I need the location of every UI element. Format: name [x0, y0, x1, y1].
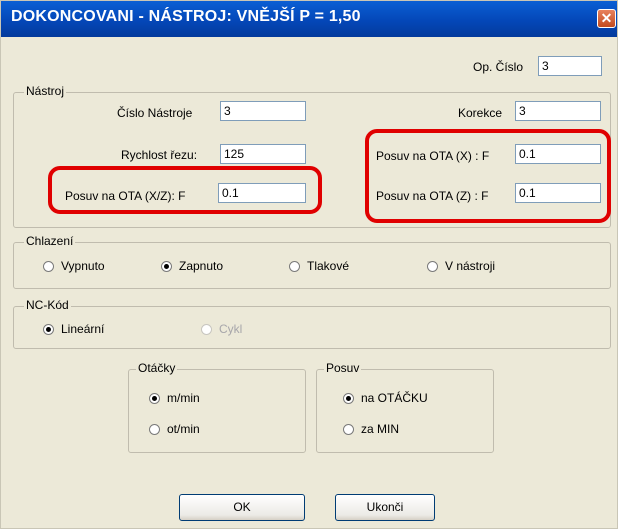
radio-circle-icon	[201, 323, 212, 335]
radio-label: Lineární	[61, 322, 105, 336]
chlazeni-zapnuto-radio[interactable]: Zapnuto	[161, 259, 223, 273]
radio-circle-icon	[427, 260, 438, 272]
radio-label: ot/min	[167, 422, 200, 436]
radio-circle-icon	[343, 423, 354, 435]
korekce-input[interactable]	[515, 101, 601, 121]
op-cislo-label: Op. Číslo	[473, 60, 524, 74]
chlazeni-legend: Chlazení	[24, 234, 76, 248]
posuv-za-min-radio[interactable]: za MIN	[343, 422, 399, 436]
radio-selected-icon	[343, 392, 354, 404]
korekce-label: Korekce	[458, 106, 503, 120]
close-button[interactable]: ✕	[597, 9, 616, 28]
posuv-na-otacku-radio[interactable]: na OTÁČKU	[343, 391, 428, 405]
highlight-posuv-x-z	[365, 129, 611, 223]
radio-label: m/min	[167, 391, 200, 405]
radio-circle-icon	[149, 423, 160, 435]
cislo-nastroje-label: Číslo Nástroje	[117, 106, 193, 120]
op-cislo-input[interactable]	[538, 56, 602, 76]
dialog-window: DOKONCOVANI - NÁSTROJ: VNĚJŠÍ P = 1,50 ✕…	[0, 0, 618, 529]
nc-kod-cykl-radio: Cykl	[201, 322, 242, 336]
radio-circle-icon	[289, 260, 300, 272]
radio-label: Vypnuto	[61, 259, 105, 273]
radio-selected-icon	[43, 323, 54, 335]
otacky-ot-min-radio[interactable]: ot/min	[149, 422, 200, 436]
posuv-group	[316, 369, 494, 453]
radio-label: za MIN	[361, 422, 400, 436]
rychlost-rezu-label: Rychlost řezu:	[121, 148, 198, 162]
rychlost-rezu-input[interactable]	[220, 144, 306, 164]
title-bar[interactable]: DOKONCOVANI - NÁSTROJ: VNĚJŠÍ P = 1,50 ✕	[1, 1, 617, 37]
window-title: DOKONCOVANI - NÁSTROJ: VNĚJŠÍ P = 1,50	[11, 8, 361, 25]
close-icon: ✕	[600, 10, 613, 26]
radio-selected-icon	[149, 392, 160, 404]
nc-kod-legend: NC-Kód	[24, 298, 71, 312]
ok-button[interactable]: OK	[179, 494, 305, 521]
posuv-legend: Posuv	[324, 361, 362, 375]
radio-label: na OTÁČKU	[361, 391, 428, 405]
radio-label: V nástroji	[445, 259, 496, 273]
chlazeni-v-nastroji-radio[interactable]: V nástroji	[427, 259, 495, 273]
nastroj-legend: Nástroj	[24, 84, 67, 98]
otacky-m-min-radio[interactable]: m/min	[149, 391, 200, 405]
radio-label: Tlakové	[307, 259, 350, 273]
highlight-posuv-xz	[48, 166, 322, 214]
radio-label: Cykl	[219, 322, 243, 336]
cislo-nastroje-input[interactable]	[220, 101, 306, 121]
chlazeni-vypnuto-radio[interactable]: Vypnuto	[43, 259, 105, 273]
radio-label: Zapnuto	[179, 259, 224, 273]
nc-kod-linearni-radio[interactable]: Lineární	[43, 322, 104, 336]
ukonci-button[interactable]: Ukonči	[335, 494, 435, 521]
radio-circle-icon	[43, 260, 54, 272]
otacky-group	[128, 369, 306, 453]
radio-selected-icon	[161, 260, 172, 272]
otacky-legend: Otáčky	[136, 361, 178, 375]
chlazeni-tlakove-radio[interactable]: Tlakové	[289, 259, 349, 273]
